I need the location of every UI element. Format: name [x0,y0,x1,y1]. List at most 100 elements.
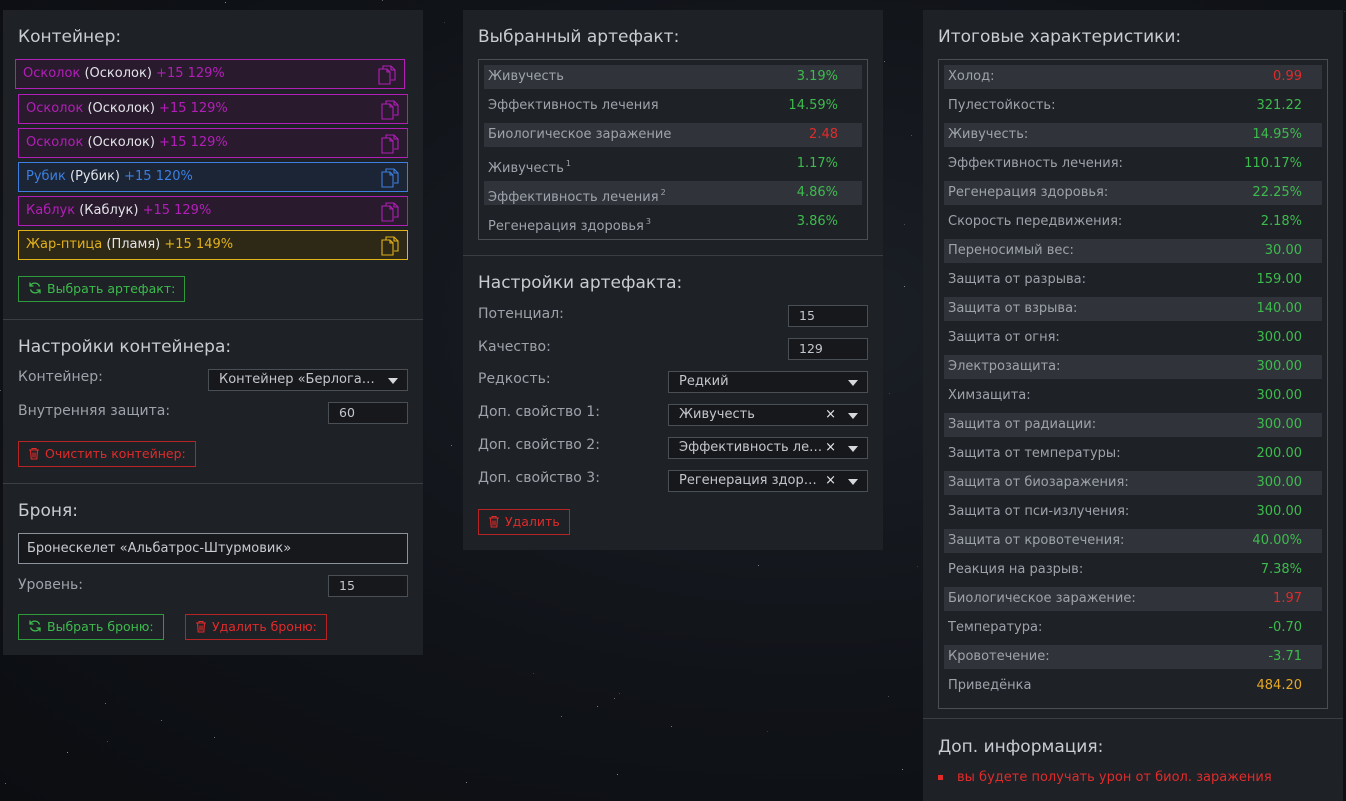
stat-value: 3.86% [796,214,838,229]
choose-artifact-button[interactable]: Выбрать артефакт: [18,276,186,302]
stat-name: Биологическое заражение: [948,587,1136,611]
star [444,22,445,23]
selected-artifact-stats: Живучесть 3.19% Эффективность лечения 14.59… [478,59,868,240]
artifact-type: (Пламя) [106,237,161,252]
container-artifact[interactable]: Осколок (Осколок) +15 129% [18,94,408,124]
extra-info-text: вы будете получать урон от биол. заражен… [957,770,1272,785]
stat-row: Химзащита: 300.00 [944,384,1322,408]
stat-value: -0.70 [1268,620,1302,635]
delete-armor-button[interactable]: Удалить броню: [185,614,327,640]
copy-icon[interactable] [381,168,399,188]
star [382,0,383,1]
rarity-select[interactable]: Редкий [668,371,868,393]
copy-icon[interactable] [381,134,399,154]
copy-icon[interactable] [381,202,399,222]
stat-name-text: Живучесть: [948,127,1029,142]
choose-armor-button[interactable]: Выбрать броню: [18,614,164,640]
stat-value: 140.00 [1256,301,1303,316]
container-artifact[interactable]: Жар-птица (Пламя) +15 149% [18,230,408,260]
container-select[interactable]: Контейнер «Берлога… [208,369,408,391]
stat-name: Живучесть [488,65,564,89]
delete-armor-label: Удалить броню: [212,619,317,634]
extra-info-title: Доп. информация: [938,737,1104,757]
artifact-type: (Осколок) [87,101,155,116]
trash-icon [196,620,206,633]
artifact-bonus: +15 120% [124,169,193,184]
container-artifact[interactable]: Каблук (Каблук) +15 129% [18,196,408,226]
armor-field[interactable]: Бронескелет «Альбатрос-Штурмовик» [18,533,408,564]
stat-name-text: Защита от температуры: [948,446,1121,461]
internal-protection-input[interactable]: 60 [328,402,408,424]
artifact-name: Жар-птица [26,237,103,252]
stat-value: 300.00 [1256,475,1303,490]
stat-name: Реакция на разрыв: [948,558,1083,582]
artifact-bonus: +15 129% [159,135,228,150]
copy-icon[interactable] [381,100,399,120]
extra-property-3-select[interactable]: Регенерация здор… × [668,470,868,492]
stat-value: 1.97 [1273,591,1302,606]
star [214,737,215,738]
stat-row: Кровотечение: -3.71 [944,645,1322,669]
extra-property-2-select[interactable]: Эффективность ле… × [668,437,868,459]
stat-name-text: Температура: [948,620,1043,635]
container-artifact[interactable]: Осколок (Осколок) +15 129% [15,59,405,89]
chevron-down-icon [848,479,858,485]
star [0,390,1,391]
stat-name: Регенерация здоровья 3 [488,210,651,239]
totals-title: Итоговые характеристики: [938,27,1182,47]
star [767,731,768,732]
container-artifact[interactable]: Рубик (Рубик) +15 120% [18,162,408,192]
total-stats: Холод: 0.99 Пулестойкость: 321.22 Живучесть:… [938,59,1328,709]
artifact-type: (Рубик) [70,169,120,184]
stat-value: 14.59% [788,98,838,113]
stat-row: Электрозащита: 300.00 [944,355,1322,379]
stat-name-text: Регенерация здоровья [488,219,644,234]
stat-value: 40.00% [1252,533,1302,548]
container-artifact[interactable]: Осколок (Осколок) +15 129% [18,128,408,158]
armor-level-input[interactable]: 15 [328,575,408,597]
clear-container-button[interactable]: Очистить контейнер: [18,441,196,467]
delete-artifact-button[interactable]: Удалить [478,509,570,535]
stat-name: Живучесть: [948,123,1028,147]
trash-icon [489,515,499,528]
extra-property-2-label: Доп. свойство 2: [478,437,600,453]
stat-name: Эффективность лечения 2 [488,181,666,210]
stat-footnote: 1 [565,159,571,168]
stat-row: Живучесть: 14.95% [944,123,1322,147]
container-settings-title: Настройки контейнера: [18,337,232,357]
artifact-bonus: +15 129% [156,66,225,81]
extra-property-1-select[interactable]: Живучесть × [668,404,868,426]
potential-input[interactable]: 15 [788,305,868,327]
stat-name-text: Защита от кровотечения: [948,533,1125,548]
stat-value: 200.00 [1256,446,1303,461]
stat-name-text: Живучесть [488,69,564,84]
artifact-name: Каблук [26,203,76,218]
stat-name-text: Переносимый вес: [948,243,1074,258]
chevron-down-icon [388,378,398,384]
quality-input[interactable]: 129 [788,338,868,360]
clear-icon[interactable]: × [825,405,836,425]
artifact-bonus: +15 149% [164,237,234,252]
clear-icon[interactable]: × [825,438,836,458]
copy-icon[interactable] [381,236,399,256]
stat-name: Защита от температуры: [948,442,1121,466]
middle-panel: Выбранный артефакт: Живучесть 3.19% Эффект… [463,10,883,550]
container-title: Контейнер: [18,27,122,47]
extra-property-1-value: Живучесть [679,407,755,422]
stat-row: Защита от взрыва: 140.00 [944,297,1322,321]
extra-property-3-value: Регенерация здор… [679,473,817,488]
refresh-icon [29,620,41,632]
stat-row: Приведёнка 484.20 [944,674,1322,698]
star [105,703,106,704]
clear-icon[interactable]: × [825,471,836,491]
extra-info-item: вы будете получать урон от биол. заражен… [938,770,1272,785]
stat-name-text: Защита от огня: [948,330,1060,345]
stat-value: 300.00 [1256,330,1303,345]
rarity-select-value: Редкий [679,374,729,389]
rarity-label: Редкость: [478,371,551,387]
stat-footnote: 3 [645,217,651,226]
copy-icon[interactable] [378,65,396,85]
star [904,224,905,225]
stat-row: Биологическое заражение: 1.97 [944,587,1322,611]
container-select-label: Контейнер: [18,369,103,385]
